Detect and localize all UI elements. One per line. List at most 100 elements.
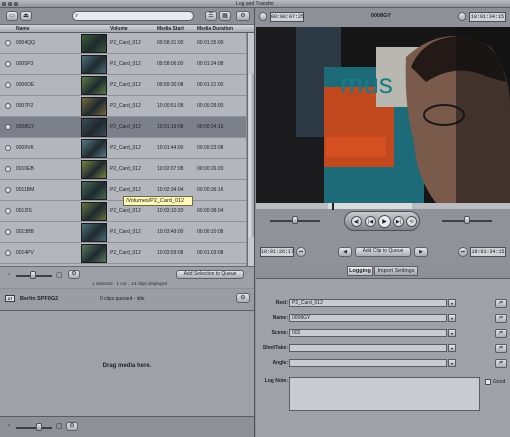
clip-name: 0006OE [16, 82, 35, 88]
search-field[interactable]: ⌕ [72, 11, 194, 21]
clip-row[interactable]: 0006OE P2_Card_012 09:59:30:08 00:01:21:00 [0, 75, 246, 96]
tab-import-settings[interactable]: Import Settings [374, 266, 418, 276]
thumbnail-size-knob[interactable] [30, 271, 36, 279]
clip-thumbnail[interactable] [81, 55, 107, 74]
column-volume[interactable]: Volume [110, 26, 128, 32]
shuttle-knob[interactable] [292, 216, 298, 224]
good-checkbox[interactable] [485, 379, 491, 385]
clip-thumbnail[interactable] [81, 160, 107, 179]
logging-form: Reel: P2_Card_012 ▾ ⇌ Name: 0008GY ▾ ⇌ Sce… [256, 278, 510, 437]
clip-thumbnail[interactable] [81, 181, 107, 200]
clip-row[interactable]: 0005P3 P2_Card_012 09:58:06:00 00:01:24:08 [0, 54, 246, 75]
clip-status-icon[interactable] [5, 145, 11, 151]
eject-button[interactable]: ⏏ [20, 11, 32, 21]
clip-thumbnail[interactable] [81, 139, 107, 158]
clip-status-icon[interactable] [5, 250, 11, 256]
shot-take-slate-button[interactable]: ⇌ [495, 344, 507, 353]
reel-dropdown-icon[interactable]: ▾ [448, 299, 456, 307]
import-folder-button[interactable]: ▭ [6, 11, 18, 21]
clip-status-icon[interactable] [5, 82, 11, 88]
play-around-icon[interactable]: ⟲ [406, 216, 417, 227]
name-field[interactable]: 0008GY ▾ [289, 314, 456, 322]
scene-field[interactable]: 002 ▾ [289, 329, 456, 337]
mark-in-timecode[interactable]: 10:01:26:17 [260, 247, 294, 257]
angle-field[interactable]: ▾ [289, 359, 456, 367]
clip-row[interactable]: 0013BB P2_Card_012 10:03:49:00 00:00:10:08 [0, 222, 246, 243]
clip-status-icon[interactable] [5, 103, 11, 109]
clip-status-icon[interactable] [5, 40, 11, 46]
name-slate-button[interactable]: ⇌ [495, 314, 507, 323]
queue-size-knob[interactable] [36, 423, 42, 431]
clip-row[interactable]: 0009VK P2_Card_012 10:01:44:00 00:00:23:08 [0, 138, 246, 159]
clip-status-icon[interactable] [5, 187, 11, 193]
scrollbar-thumb[interactable] [249, 73, 254, 238]
reel-slate-button[interactable]: ⇌ [495, 299, 507, 308]
clip-media-start: 10:01:44:00 [157, 145, 184, 151]
mark-in-button[interactable]: ◀ [338, 247, 352, 257]
current-timecode[interactable]: 10:01:34:15 [469, 12, 506, 22]
browser-column-header: Name Volume Media Start Media Duration [0, 24, 254, 33]
mark-out-timecode[interactable]: 10:01:34:15 [470, 247, 506, 257]
zoom-out-icon[interactable]: ▫ [8, 272, 10, 278]
shot-take-dropdown-icon[interactable]: ▾ [448, 344, 456, 352]
clip-status-icon[interactable] [5, 208, 11, 214]
gear-menu-button[interactable]: ⚙ [68, 270, 80, 279]
zoom-in-icon[interactable]: ▢ [56, 422, 63, 430]
clip-name: 0007P2 [16, 103, 34, 109]
clip-status-icon[interactable] [5, 124, 11, 130]
angle-slate-button[interactable]: ⇌ [495, 359, 507, 368]
zoom-in-icon[interactable]: ▢ [56, 271, 63, 279]
name-dropdown-icon[interactable]: ▾ [448, 314, 456, 322]
clip-duration-timecode[interactable]: 00:00:07:25 [270, 12, 304, 22]
clip-row[interactable]: 0004QQ P2_Card_012 09:58:31:00 00:01:35:00 [0, 33, 246, 54]
clip-thumbnail[interactable] [81, 244, 107, 263]
browser-scrollbar[interactable] [247, 33, 254, 266]
list-view-button[interactable]: ☰ [205, 11, 217, 21]
scene-dropdown-icon[interactable]: ▾ [448, 329, 456, 337]
clip-row[interactable]: 0008GY P2_Card_012 10:01:19:08 00:00:24:16 [0, 117, 246, 138]
zoom-out-icon[interactable]: ▫ [8, 423, 10, 429]
transfer-queue-drop-area[interactable]: Drag media here. [0, 311, 254, 416]
next-edit-icon[interactable]: ▶| [393, 216, 404, 227]
add-selection-to-queue-button[interactable]: Add Selection to Queue [176, 270, 244, 279]
mark-out-button[interactable]: ▶ [414, 247, 428, 257]
thumbnail-view-button[interactable]: ▦ [219, 11, 231, 21]
jog-knob[interactable] [464, 216, 470, 224]
clip-thumbnail[interactable] [81, 76, 107, 95]
clip-row[interactable]: 0010EB P2_Card_012 10:02:07:08 00:00:26:20 [0, 159, 246, 180]
clip-status-icon[interactable] [5, 166, 11, 172]
video-viewer[interactable]: mus [256, 27, 510, 203]
tab-logging[interactable]: Logging [347, 266, 373, 276]
scene-slate-button[interactable]: ⇌ [495, 329, 507, 338]
queue-size-slider[interactable] [16, 427, 52, 429]
clip-thumbnail[interactable] [81, 97, 107, 116]
clip-status-icon[interactable] [5, 229, 11, 235]
angle-dropdown-icon[interactable]: ▾ [448, 359, 456, 367]
mark-in-icon[interactable]: ◀| [351, 216, 362, 227]
column-media-start[interactable]: Media Start [157, 26, 184, 32]
playhead[interactable] [332, 203, 334, 210]
clip-thumbnail[interactable] [81, 34, 107, 53]
clip-row[interactable]: 0014PV P2_Card_012 10:03:59:08 00:01:03:08 [0, 243, 246, 264]
previous-edit-icon[interactable]: |◀ [365, 216, 376, 227]
reel-field[interactable]: P2_Card_012 ▾ [289, 299, 456, 307]
clip-thumbnail[interactable] [81, 202, 107, 221]
shot-take-field[interactable]: ▾ [289, 344, 456, 352]
column-name[interactable]: Name [16, 26, 30, 32]
go-to-out-button[interactable]: ⏭ [458, 247, 468, 257]
shuttle-control[interactable] [458, 12, 466, 21]
clip-status-icon[interactable] [5, 61, 11, 67]
add-clip-to-queue-button[interactable]: Add Clip to Queue [355, 247, 411, 257]
video-frame: mus [256, 27, 510, 203]
action-menu-button[interactable]: ⚙ [236, 11, 250, 21]
clip-thumbnail[interactable] [81, 223, 107, 242]
column-media-duration[interactable]: Media Duration [197, 26, 233, 32]
log-note-field[interactable] [289, 377, 480, 411]
jog-control[interactable] [259, 12, 267, 21]
clip-row[interactable]: 0007P2 P2_Card_012 10:00:51:08 00:00:28:00 [0, 96, 246, 117]
play-icon[interactable]: ▶ [378, 215, 391, 228]
queue-gear-button[interactable]: ⚙ [66, 422, 78, 431]
go-to-in-button[interactable]: ⏮ [296, 247, 306, 257]
clip-media-duration: 00:00:23:08 [197, 145, 224, 151]
clip-thumbnail[interactable] [81, 118, 107, 137]
